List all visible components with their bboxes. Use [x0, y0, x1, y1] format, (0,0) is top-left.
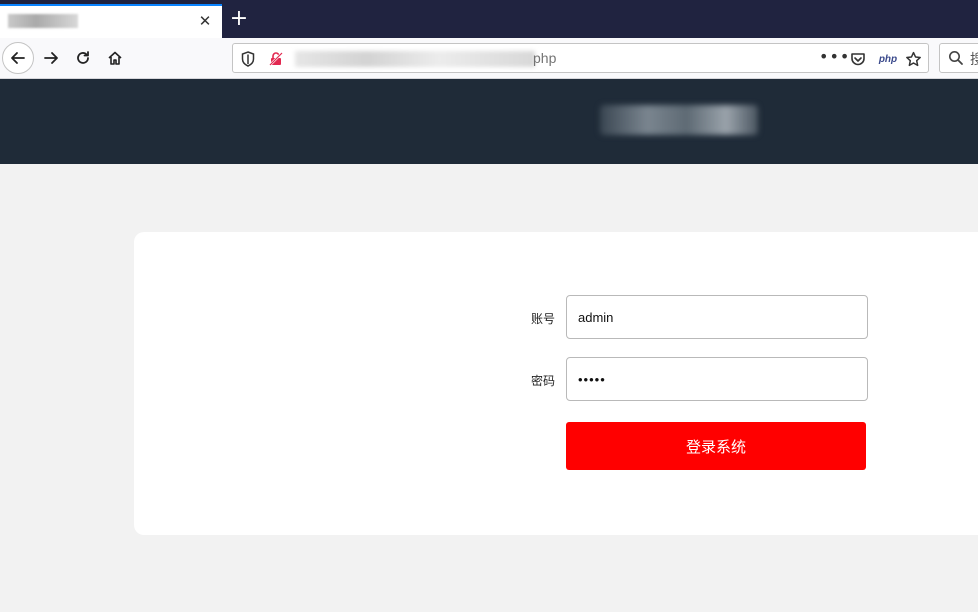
site-logo-redacted [600, 105, 758, 135]
login-card: 账号 admin 密码 ••••• 登录系统 [134, 232, 978, 535]
reload-icon [77, 51, 89, 64]
username-label: 账号 [531, 312, 556, 326]
tab-title-redacted [8, 14, 78, 28]
search-bar[interactable]: 搜 [939, 43, 978, 73]
tab-close-icon[interactable]: ✕ [196, 12, 214, 30]
username-input[interactable]: admin [566, 295, 868, 339]
new-tab-icon[interactable]: + [228, 8, 250, 30]
search-placeholder: 搜 [970, 52, 978, 68]
insecure-lock-icon[interactable] [267, 50, 285, 68]
url-redacted [295, 51, 535, 67]
shield-icon[interactable] [239, 50, 257, 68]
bookmark-star-icon[interactable] [904, 50, 922, 68]
login-button[interactable]: 登录系统 [566, 422, 866, 470]
password-input[interactable]: ••••• [566, 357, 868, 401]
back-button[interactable] [2, 42, 34, 74]
reload-button[interactable] [67, 42, 99, 74]
browser-tab[interactable]: ✕ [0, 4, 222, 38]
php-extension-icon[interactable]: php [877, 50, 899, 68]
url-text: php [533, 50, 557, 66]
url-bar[interactable]: php ••• php [232, 43, 929, 73]
home-button[interactable] [99, 42, 131, 74]
password-label: 密码 [531, 374, 556, 388]
site-header [0, 79, 978, 164]
arrow-right-icon [44, 52, 58, 64]
navigation-bar: php ••• php 搜 [0, 38, 978, 79]
pocket-icon[interactable] [849, 50, 867, 68]
forward-button[interactable] [35, 42, 67, 74]
arrow-left-icon [11, 52, 25, 64]
home-icon [108, 51, 122, 65]
page-actions-menu-icon[interactable]: ••• [819, 47, 850, 66]
tab-strip: ✕ + [0, 0, 978, 38]
search-icon [948, 50, 964, 70]
